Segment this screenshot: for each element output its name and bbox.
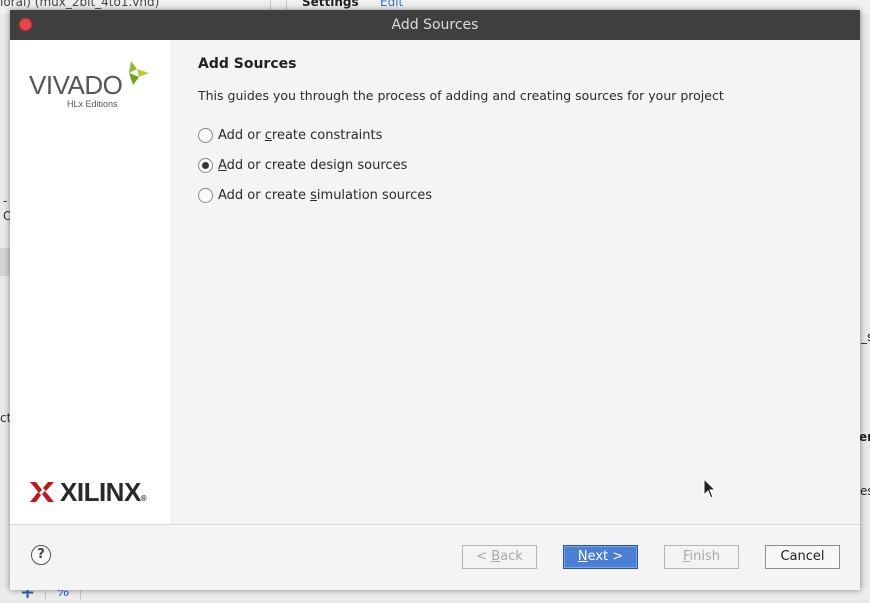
mouse-cursor-icon bbox=[703, 478, 717, 499]
option-simulation-sources[interactable]: Add or create simulation sources bbox=[198, 186, 432, 204]
background-fragment: - bbox=[3, 194, 8, 208]
option-label: Add or create simulation sources bbox=[218, 187, 432, 203]
xilinx-logo-icon bbox=[30, 482, 54, 502]
background-fragment: _s bbox=[861, 330, 870, 344]
cancel-button[interactable]: Cancel bbox=[765, 545, 840, 569]
background-edit-link[interactable]: Edit bbox=[380, 0, 403, 9]
dialog-titlebar[interactable]: Add Sources bbox=[10, 10, 860, 40]
radio-button-selected[interactable] bbox=[198, 157, 213, 173]
option-label: Add or create constraints bbox=[218, 127, 383, 143]
option-label: Add or create design sources bbox=[218, 157, 408, 173]
footer-divider bbox=[10, 524, 860, 525]
page-description: This guides you through the process of a… bbox=[198, 88, 724, 103]
background-fragment: er bbox=[859, 430, 870, 444]
wizard-content: Add Sources This guides you through the … bbox=[170, 40, 860, 524]
radio-button[interactable] bbox=[198, 127, 213, 143]
background-fragment: es bbox=[860, 484, 870, 498]
background-file-tab[interactable]: ioral) (mux_2bit_4to1.vhd) bbox=[0, 0, 159, 9]
dialog-title: Add Sources bbox=[391, 17, 479, 33]
brand-sidebar: VIVADO HLx Editions XILINX® bbox=[10, 40, 170, 524]
xilinx-logo-text: XILINX® bbox=[60, 477, 147, 507]
background-settings-label: Settings bbox=[302, 0, 359, 9]
back-button[interactable]: < Back bbox=[462, 545, 537, 569]
finish-button[interactable]: Finish bbox=[664, 545, 739, 569]
option-constraints[interactable]: Add or create constraints bbox=[198, 126, 382, 144]
vivado-leaf-icon bbox=[129, 61, 149, 85]
radio-button[interactable] bbox=[198, 187, 213, 203]
vivado-subtitle: HLx Editions bbox=[67, 99, 118, 109]
page-title: Add Sources bbox=[198, 56, 297, 72]
option-design-sources[interactable]: Add or create design sources bbox=[198, 156, 407, 174]
background-selected-row bbox=[0, 248, 10, 276]
next-button[interactable]: Next > bbox=[563, 545, 638, 569]
add-sources-dialog: Add Sources VIVADO HLx Editions XILINX® … bbox=[10, 10, 860, 590]
help-button[interactable]: ? bbox=[31, 545, 51, 565]
vivado-logo-text: VIVADO bbox=[29, 70, 123, 100]
